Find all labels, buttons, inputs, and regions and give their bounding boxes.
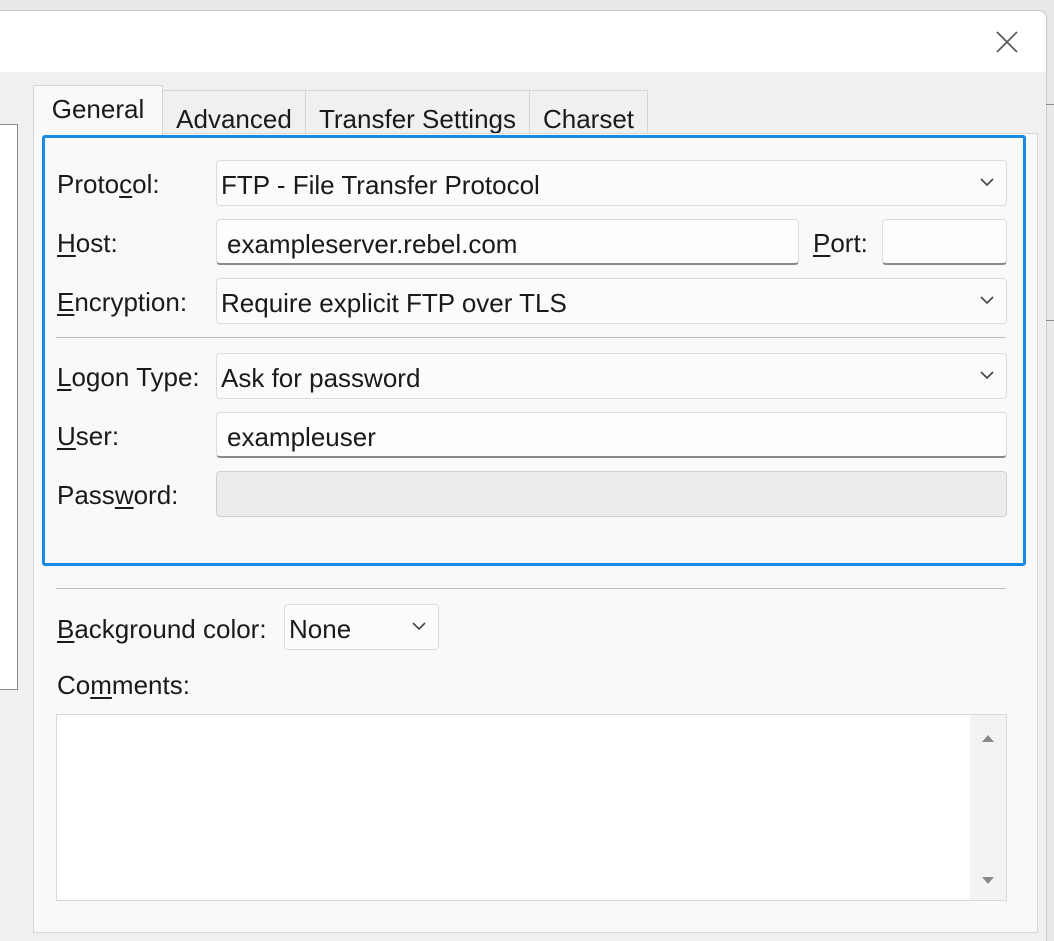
tab-transfer-settings[interactable]: Transfer Settings [305, 90, 530, 136]
scroll-up-arrow-icon[interactable] [981, 733, 995, 743]
comments-textarea[interactable] [56, 714, 1007, 901]
right-edge-line [1046, 104, 1054, 105]
scroll-down-arrow-icon[interactable] [981, 876, 995, 886]
chevron-down-icon [412, 622, 426, 631]
password-label: Password: [57, 480, 179, 510]
port-label: Port: [813, 228, 868, 258]
port-input[interactable] [882, 219, 1007, 265]
protocol-value: FTP - File Transfer Protocol [221, 170, 540, 200]
user-input[interactable]: exampleuser [216, 412, 1007, 458]
site-tree-panel[interactable] [0, 124, 18, 690]
title-bar [0, 11, 1046, 72]
password-input[interactable] [216, 471, 1007, 517]
logon-type-select[interactable]: Ask for password [216, 353, 1007, 399]
section-divider [56, 337, 1006, 338]
tab-general[interactable]: General [33, 85, 163, 137]
chevron-down-icon [980, 178, 994, 187]
logon-type-value: Ask for password [221, 363, 421, 393]
right-edge-line [1046, 320, 1054, 321]
close-icon [996, 31, 1018, 53]
tab-advanced[interactable]: Advanced [162, 90, 306, 136]
tab-charset[interactable]: Charset [529, 90, 648, 136]
logon-type-label: Logon Type: [57, 362, 200, 392]
encryption-label: Encryption: [57, 287, 188, 317]
user-label: User: [57, 421, 120, 451]
protocol-select[interactable]: FTP - File Transfer Protocol [216, 160, 1007, 206]
host-label: Host: [57, 228, 118, 258]
background-color-select[interactable]: None [284, 604, 439, 650]
chevron-down-icon [980, 371, 994, 380]
encryption-select[interactable]: Require explicit FTP over TLS [216, 278, 1007, 324]
background-color-label: Background color: [57, 614, 267, 644]
background-color-value: None [289, 614, 352, 644]
comments-scrollbar[interactable] [970, 715, 1006, 900]
protocol-label: Protocol: [57, 169, 160, 199]
comments-label: Comments: [57, 670, 190, 700]
encryption-value: Require explicit FTP over TLS [221, 288, 567, 318]
host-input[interactable]: exampleserver.rebel.com [216, 219, 799, 265]
chevron-down-icon [980, 296, 994, 305]
section-divider [56, 588, 1006, 589]
close-button[interactable] [982, 23, 1032, 61]
